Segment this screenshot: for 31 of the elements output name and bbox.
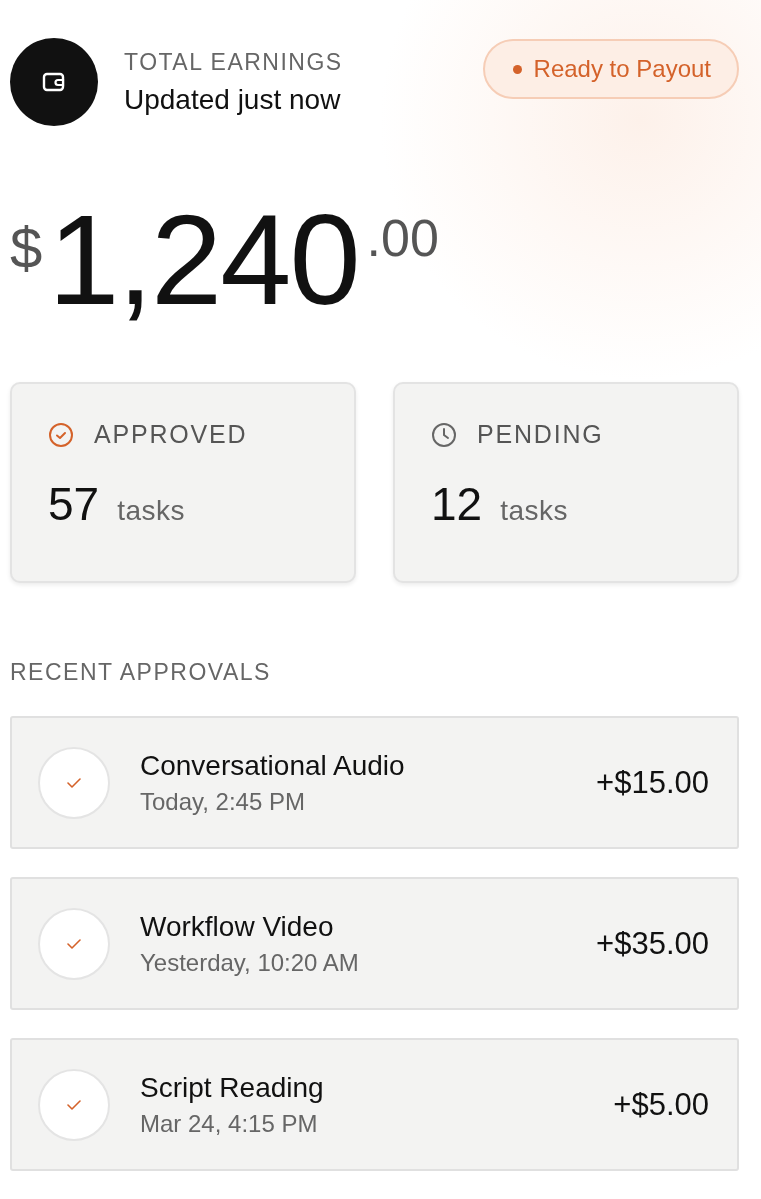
updated-text: Updated just now [124,83,342,116]
task-name: Script Reading [140,1071,325,1104]
stat-unit: tasks [117,495,186,527]
task-amount: +$15.00 [596,764,709,801]
approval-row[interactable]: Workflow Video Yesterday, 10:20 AM +$35.00 [10,877,739,1010]
section-title: RECENT APPROVALS [10,659,272,686]
task-amount: +$5.00 [613,1086,709,1123]
stat-unit: tasks [500,495,569,527]
task-name: Conversational Audio [140,749,406,782]
task-time: Today, 2:45 PM [140,787,306,816]
balance-cents: .00 [366,208,439,268]
balance-amount: 1,240 [48,196,359,324]
stat-count: 57 [48,477,100,531]
earnings-label: TOTAL EARNINGS [124,48,344,76]
task-time: Mar 24, 4:15 PM [140,1109,319,1138]
task-amount: +$35.00 [596,925,709,962]
stat-label: PENDING [477,420,604,449]
check-icon [67,938,81,949]
stat-count: 12 [431,477,483,531]
check-icon [67,1099,81,1110]
status-dot-icon [512,64,522,74]
approval-row[interactable]: Conversational Audio Today, 2:45 PM +$15.00 [10,716,739,849]
check-icon [67,777,81,788]
check-circle-icon [48,421,74,448]
clock-icon [431,421,457,448]
payout-status-badge: Ready to Payout [482,39,739,99]
task-time: Yesterday, 10:20 AM [140,948,360,977]
currency-symbol: $ [10,214,43,281]
approval-row[interactable]: Script Reading Mar 24, 4:15 PM +$5.00 [10,1038,739,1171]
stat-label: APPROVED [94,420,248,449]
task-name: Workflow Video [140,910,335,943]
